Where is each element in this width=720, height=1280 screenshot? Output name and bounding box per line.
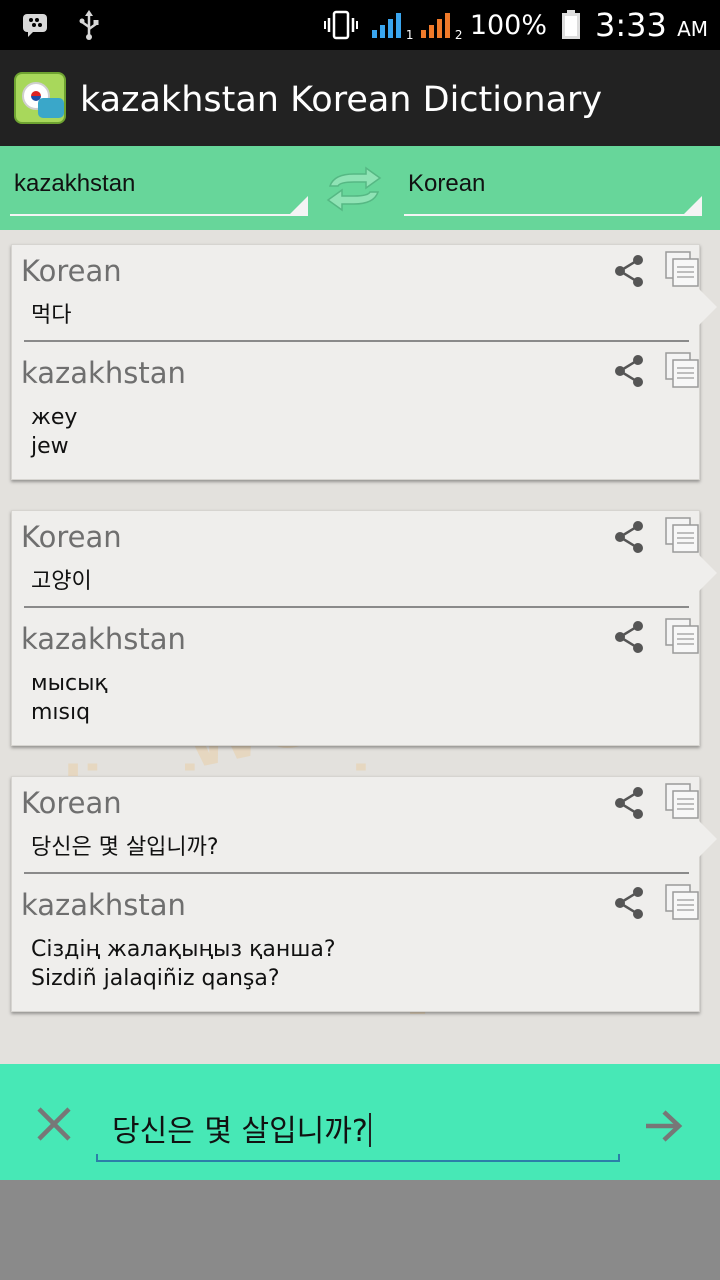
usb-icon bbox=[79, 10, 99, 40]
transliteration-line: Sizdiñ jalaqiñiz qanşa? bbox=[31, 966, 280, 991]
dropdown-triangle-icon bbox=[684, 196, 702, 214]
search-input[interactable]: 당신은 몇 살입니까? bbox=[112, 1106, 371, 1150]
dropdown-triangle-icon bbox=[290, 196, 308, 214]
action-bar: kazakhstan Korean Dictionary bbox=[0, 50, 720, 146]
transliteration-line: jew bbox=[31, 434, 69, 459]
swap-languages-icon[interactable] bbox=[324, 166, 384, 212]
result-card: Korean 당신은 몇 살입니까? kazakhstan Сіздің жал… bbox=[11, 776, 717, 1012]
battery-percent: 100% bbox=[469, 9, 548, 41]
source-language-select[interactable]: kazakhstan bbox=[10, 158, 308, 216]
vibrate-icon bbox=[323, 10, 358, 40]
translate-arrow-icon[interactable] bbox=[644, 1108, 684, 1144]
share-icon[interactable] bbox=[611, 885, 647, 921]
signal-icon-sim1: 1 bbox=[371, 12, 413, 42]
card-divider bbox=[24, 606, 689, 608]
target-language-label: kazakhstan bbox=[21, 888, 186, 922]
share-icon[interactable] bbox=[611, 519, 647, 555]
app-icon bbox=[14, 72, 66, 124]
source-language-label: kazakhstan bbox=[14, 170, 136, 197]
target-language-label: Korean bbox=[408, 170, 486, 197]
copy-icon[interactable] bbox=[664, 617, 700, 655]
card-divider bbox=[24, 872, 689, 874]
share-icon[interactable] bbox=[611, 353, 647, 389]
copy-icon[interactable] bbox=[664, 516, 700, 554]
clock: 3:33 AM bbox=[595, 6, 708, 44]
copy-icon[interactable] bbox=[664, 883, 700, 921]
text-cursor bbox=[368, 1113, 371, 1147]
translation-line: Сіздің жалақыңыз қанша? bbox=[31, 937, 336, 962]
source-language-label: Korean bbox=[21, 254, 122, 288]
translation-line: мысық bbox=[31, 671, 108, 696]
share-icon[interactable] bbox=[611, 253, 647, 289]
card-divider bbox=[24, 340, 689, 342]
translation-line: жеу bbox=[31, 405, 78, 430]
input-bar: 당신은 몇 살입니까? bbox=[0, 1064, 720, 1180]
chat-bubble-icon bbox=[38, 98, 64, 118]
source-text: 먹다 bbox=[31, 303, 72, 328]
bottom-area bbox=[0, 1180, 720, 1280]
share-icon[interactable] bbox=[611, 785, 647, 821]
signal-icon-sim2: 2 bbox=[420, 12, 462, 42]
target-language-label: kazakhstan bbox=[21, 356, 186, 390]
source-text: 당신은 몇 살입니까? bbox=[31, 835, 219, 860]
battery-icon bbox=[562, 10, 581, 39]
copy-icon[interactable] bbox=[664, 250, 700, 288]
results-list[interactable]: Dictionarius 字典 辭書 WORDbook diccionario … bbox=[0, 230, 720, 1064]
source-language-label: Korean bbox=[21, 786, 122, 820]
source-language-label: Korean bbox=[21, 520, 122, 554]
target-language-label: kazakhstan bbox=[21, 622, 186, 656]
language-bar: kazakhstan Korean bbox=[0, 146, 720, 230]
source-text: 고양이 bbox=[31, 569, 92, 594]
copy-icon[interactable] bbox=[664, 351, 700, 389]
result-card: Korean 먹다 kazakhstan жеу jew bbox=[11, 244, 717, 480]
target-language-select[interactable]: Korean bbox=[404, 158, 702, 216]
result-card: Korean 고양이 kazakhstan мысық mısıq bbox=[11, 510, 717, 746]
search-input-underline bbox=[96, 1154, 620, 1162]
copy-icon[interactable] bbox=[664, 782, 700, 820]
app-title: kazakhstan Korean Dictionary bbox=[80, 80, 603, 120]
clear-icon[interactable] bbox=[34, 1104, 74, 1144]
share-icon[interactable] bbox=[611, 619, 647, 655]
status-bar: 1 2 100% 3:33 AM bbox=[0, 0, 720, 50]
transliteration-line: mısıq bbox=[31, 700, 91, 725]
bbm-icon bbox=[23, 14, 47, 37]
